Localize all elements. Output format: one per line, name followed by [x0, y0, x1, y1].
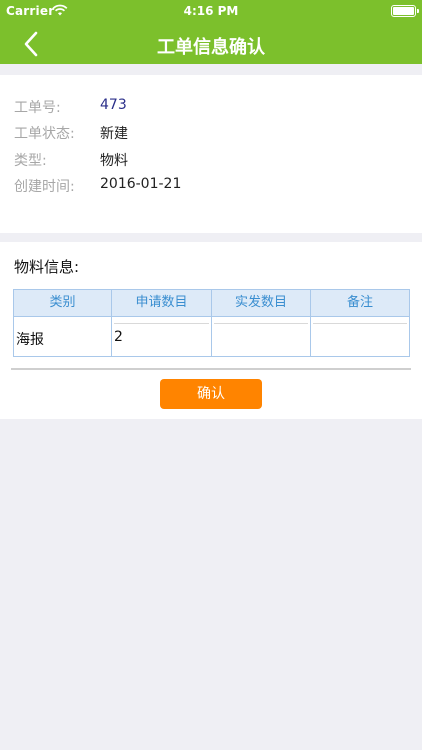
created-time-label: 创建时间: [14, 179, 75, 195]
requested-quantity-value: 2 [114, 329, 123, 345]
created-time-value: 2016-01-21 [100, 176, 182, 192]
header-category: 类别 [14, 290, 112, 316]
header-issued: 实发数目 [212, 290, 311, 316]
category-value: 海报 [16, 332, 44, 348]
cell-issued [212, 317, 311, 356]
work-order-type-label: 类型: [14, 153, 47, 169]
cell-category: 海报 [14, 317, 112, 356]
requested-quantity-input[interactable]: 2 [114, 323, 209, 355]
confirm-button[interactable]: 确认 [160, 379, 262, 409]
cell-remark [311, 317, 409, 356]
work-order-card: 工单号: 473 工单状态: 新建 类型: 物料 创建时间: 2016-01-2… [0, 75, 422, 233]
screen: Carrier 4:16 PM 工单信息确认 工单号: 473 工单状态: 新建… [0, 0, 422, 750]
header-requested: 申请数目 [112, 290, 212, 316]
remark-input[interactable] [313, 323, 407, 355]
work-order-type-value: 物料 [100, 153, 128, 169]
material-card: 物料信息: 类别 申请数目 实发数目 备注 海报 2 确认 [0, 242, 422, 419]
work-order-status-label: 工单状态: [14, 126, 75, 142]
work-order-number-label: 工单号: [14, 100, 61, 116]
issued-quantity-input[interactable] [214, 323, 308, 355]
top-bar: Carrier 4:16 PM 工单信息确认 [0, 0, 422, 64]
work-order-number-value: 473 [100, 97, 127, 113]
table-row: 海报 2 [13, 317, 410, 357]
header-remark: 备注 [346, 295, 373, 310]
material-section-title: 物料信息: [14, 258, 80, 276]
divider [11, 368, 411, 370]
status-bar: Carrier 4:16 PM [0, 0, 422, 22]
cell-requested: 2 [112, 317, 212, 356]
page-title: 工单信息确认 [157, 37, 265, 58]
work-order-status-value: 新建 [100, 126, 128, 142]
status-time: 4:16 PM [183, 4, 239, 18]
battery-icon [391, 5, 419, 17]
material-table-header: 类别 申请数目 实发数目 备注 [13, 289, 410, 317]
